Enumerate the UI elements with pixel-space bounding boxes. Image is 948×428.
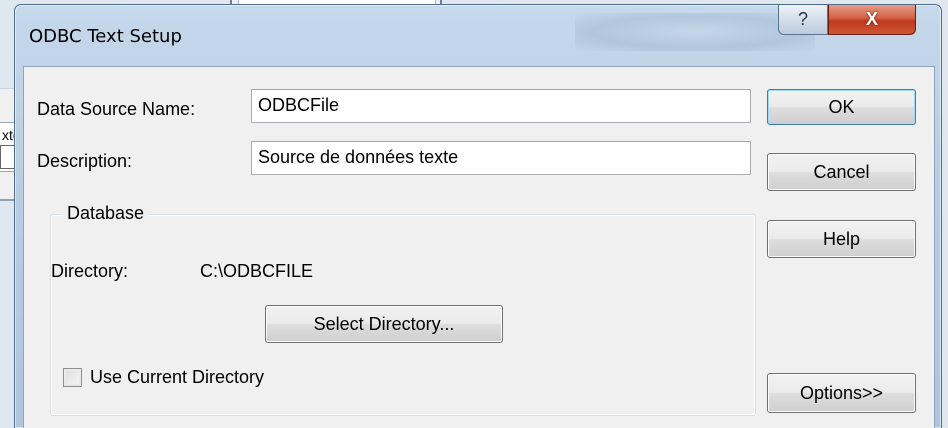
cancel-label: Cancel [813,161,870,182]
dialog-client-area: Data Source Name: ODBCFile Description: … [23,66,935,428]
odbc-text-setup-dialog: ODBC Text Setup ? X Data Source Name: OD… [14,4,942,428]
help-button[interactable]: Help [767,220,916,258]
description-label: Description: [37,151,133,171]
select-directory-label: Select Directory... [313,313,455,334]
directory-label: Directory: [51,261,129,281]
close-button[interactable]: X [828,5,916,35]
description-input[interactable]: Source de données texte [251,141,751,175]
select-directory-button[interactable]: Select Directory... [265,305,503,343]
dialog-title: ODBC Text Setup [29,26,182,47]
directory-value: C:\ODBCFILE [200,261,314,281]
question-mark-icon: ? [797,9,808,29]
use-current-directory-checkbox[interactable] [63,368,82,387]
ok-button[interactable]: OK [767,89,916,125]
data-source-name-input[interactable]: ODBCFile [251,89,751,123]
options-label: Options>> [799,382,884,403]
use-current-directory-label[interactable]: Use Current Directory [90,367,264,388]
database-group-title: Database [63,203,149,224]
cancel-button[interactable]: Cancel [767,153,916,191]
data-source-name-label: Data Source Name: [37,99,196,119]
title-help-button[interactable]: ? [778,5,828,35]
options-button[interactable]: Options>> [767,373,916,413]
help-label: Help [822,228,861,249]
close-x-icon: X [865,9,878,29]
ok-label: OK [828,96,855,117]
